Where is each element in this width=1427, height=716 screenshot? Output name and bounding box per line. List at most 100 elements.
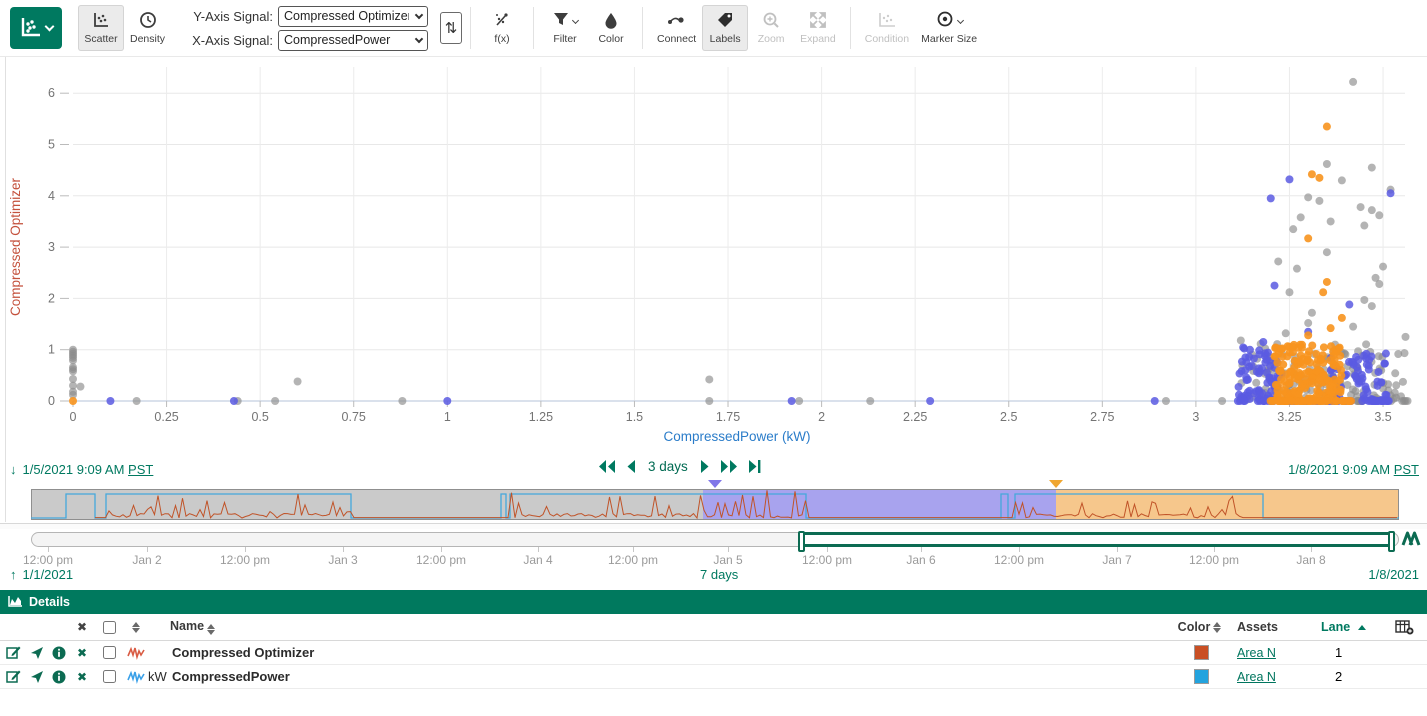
signal-icon [124, 670, 148, 684]
lane-value: 1 [1321, 645, 1381, 660]
navigator-tick-label: Jan 4 [523, 553, 552, 567]
step-forward-full-button[interactable] [720, 459, 738, 474]
step-to-end-button[interactable] [748, 459, 761, 474]
condition-label: Condition [865, 33, 909, 45]
asset-link[interactable]: Area N [1237, 670, 1276, 684]
filter-button[interactable]: Filter [542, 5, 588, 51]
svg-text:2.5: 2.5 [1000, 410, 1017, 424]
condition-icon [878, 11, 896, 29]
sort-icon[interactable] [207, 624, 215, 635]
item-name[interactable]: CompressedPower [170, 669, 1165, 684]
navigator-tick-label: 12:00 pm [416, 553, 466, 567]
svg-text:3.5: 3.5 [1374, 410, 1391, 424]
investigate-duration[interactable]: 7 days [700, 567, 738, 582]
add-column-icon[interactable] [1381, 620, 1427, 635]
navigator-tick-label: Jan 6 [906, 553, 935, 567]
investigate-start-arrow-icon[interactable]: ↑ [10, 567, 17, 582]
step-back-half-button[interactable] [626, 459, 636, 474]
row-checkbox[interactable] [103, 670, 116, 683]
asset-link[interactable]: Area N [1237, 646, 1276, 660]
display-range-start[interactable]: 1/5/2021 9:09 AM PST [23, 462, 154, 477]
details-row-compressed-optimizer[interactable]: ✖ Compressed Optimizer Area N 1 [0, 641, 1427, 665]
navigator-tick [538, 547, 539, 552]
info-icon[interactable] [48, 670, 70, 684]
row-checkbox[interactable] [103, 646, 116, 659]
condition-button: Condition [859, 5, 915, 51]
svg-text:2.25: 2.25 [903, 410, 927, 424]
remove-icon[interactable]: ✖ [70, 670, 94, 684]
select-all-checkbox[interactable] [103, 621, 116, 634]
investigate-start-date[interactable]: 1/1/2021 [23, 567, 74, 582]
connect-button[interactable]: Connect [651, 5, 702, 51]
marker-size-button[interactable]: Marker Size [915, 5, 983, 51]
step-forward-half-button[interactable] [700, 459, 710, 474]
timezone-link[interactable]: PST [1394, 462, 1419, 477]
lane-value: 2 [1321, 669, 1381, 684]
edit-icon[interactable] [0, 645, 26, 660]
clock-icon [139, 11, 157, 29]
fx-button[interactable]: f(x) [479, 5, 525, 51]
column-header-lane[interactable]: Lane [1321, 620, 1381, 634]
timezone-link[interactable]: PST [128, 462, 153, 477]
color-swatch[interactable] [1194, 669, 1209, 684]
seeq-scatter-plot-view: Scatter Density Y-Axis Signal: Compresse… [0, 0, 1427, 716]
navigate-icon[interactable] [26, 646, 48, 660]
timeline-preview-strip[interactable] [0, 487, 1427, 523]
expand-button: Expand [794, 5, 842, 51]
expand-icon [809, 11, 827, 29]
svg-text:0: 0 [70, 410, 77, 424]
color-droplet-icon [604, 11, 618, 29]
display-range-end[interactable]: 1/8/2021 9:09 AM PST [1288, 462, 1419, 477]
scatter-chart-canvas[interactable]: 012345600.250.50.7511.251.51.7522.252.52… [0, 57, 1427, 453]
y-axis-signal-select[interactable]: Compressed Optimizer [278, 6, 428, 27]
svg-text:5: 5 [48, 138, 55, 152]
marker-size-label: Marker Size [921, 33, 977, 45]
step-back-full-button[interactable] [598, 459, 616, 474]
column-header-color[interactable]: Color [1165, 620, 1237, 634]
scatter-icon [92, 11, 110, 29]
navigator-track[interactable] [31, 532, 1399, 547]
range-start-arrow-icon[interactable]: ↓ [10, 462, 17, 477]
navigator-tick-label: Jan 7 [1102, 553, 1131, 567]
toolbar-separator [533, 7, 534, 49]
item-name[interactable]: Compressed Optimizer [170, 645, 1165, 660]
info-icon[interactable] [48, 646, 70, 660]
svg-text:CompressedPower (kW): CompressedPower (kW) [663, 429, 810, 444]
scatter-plot-tool-button[interactable] [10, 7, 62, 49]
scatter-view-label: Scatter [84, 33, 117, 45]
labels-button[interactable]: Labels [702, 5, 748, 51]
sort-ascending-icon [1358, 625, 1366, 630]
details-panel-header[interactable]: Details [0, 590, 1427, 614]
navigator-tick-label: 12:00 pm [802, 553, 852, 567]
fx-label: f(x) [494, 33, 509, 45]
column-header-name[interactable]: Name [170, 619, 1165, 635]
marker-size-icon [936, 10, 954, 31]
scatter-view-button[interactable]: Scatter [78, 5, 124, 51]
swap-axes-button[interactable]: ⇅ [440, 12, 462, 44]
sort-icon[interactable] [1213, 622, 1221, 633]
column-header-assets[interactable]: Assets [1237, 620, 1321, 634]
navigator-tick-label: Jan 2 [132, 553, 161, 567]
details-row-compressedpower[interactable]: ✖ kW CompressedPower Area N 2 [0, 665, 1427, 689]
investigate-end-date[interactable]: 1/8/2021 [1368, 567, 1419, 582]
navigator-tick [441, 547, 442, 552]
remove-all-icon[interactable]: ✖ [70, 620, 94, 634]
color-swatch[interactable] [1194, 645, 1209, 660]
svg-text:3: 3 [48, 240, 55, 254]
navigate-icon[interactable] [26, 670, 48, 684]
color-button[interactable]: Color [588, 5, 634, 51]
navigator-tick [827, 547, 828, 552]
sort-icon[interactable] [124, 622, 148, 633]
svg-text:0.5: 0.5 [251, 410, 268, 424]
navigator-tick-label: 12:00 pm [23, 553, 73, 567]
svg-text:4: 4 [48, 189, 55, 203]
density-view-button[interactable]: Density [124, 5, 171, 51]
capsule-marker[interactable] [1049, 480, 1063, 488]
x-axis-signal-select[interactable]: CompressedPower [278, 30, 428, 51]
details-table-header: ✖ Name Color Assets Lane [0, 614, 1427, 641]
display-range-start-marker[interactable] [708, 480, 722, 488]
navigator-selection[interactable] [802, 532, 1391, 547]
filter-icon [553, 11, 569, 30]
remove-icon[interactable]: ✖ [70, 646, 94, 660]
edit-icon[interactable] [0, 669, 26, 684]
